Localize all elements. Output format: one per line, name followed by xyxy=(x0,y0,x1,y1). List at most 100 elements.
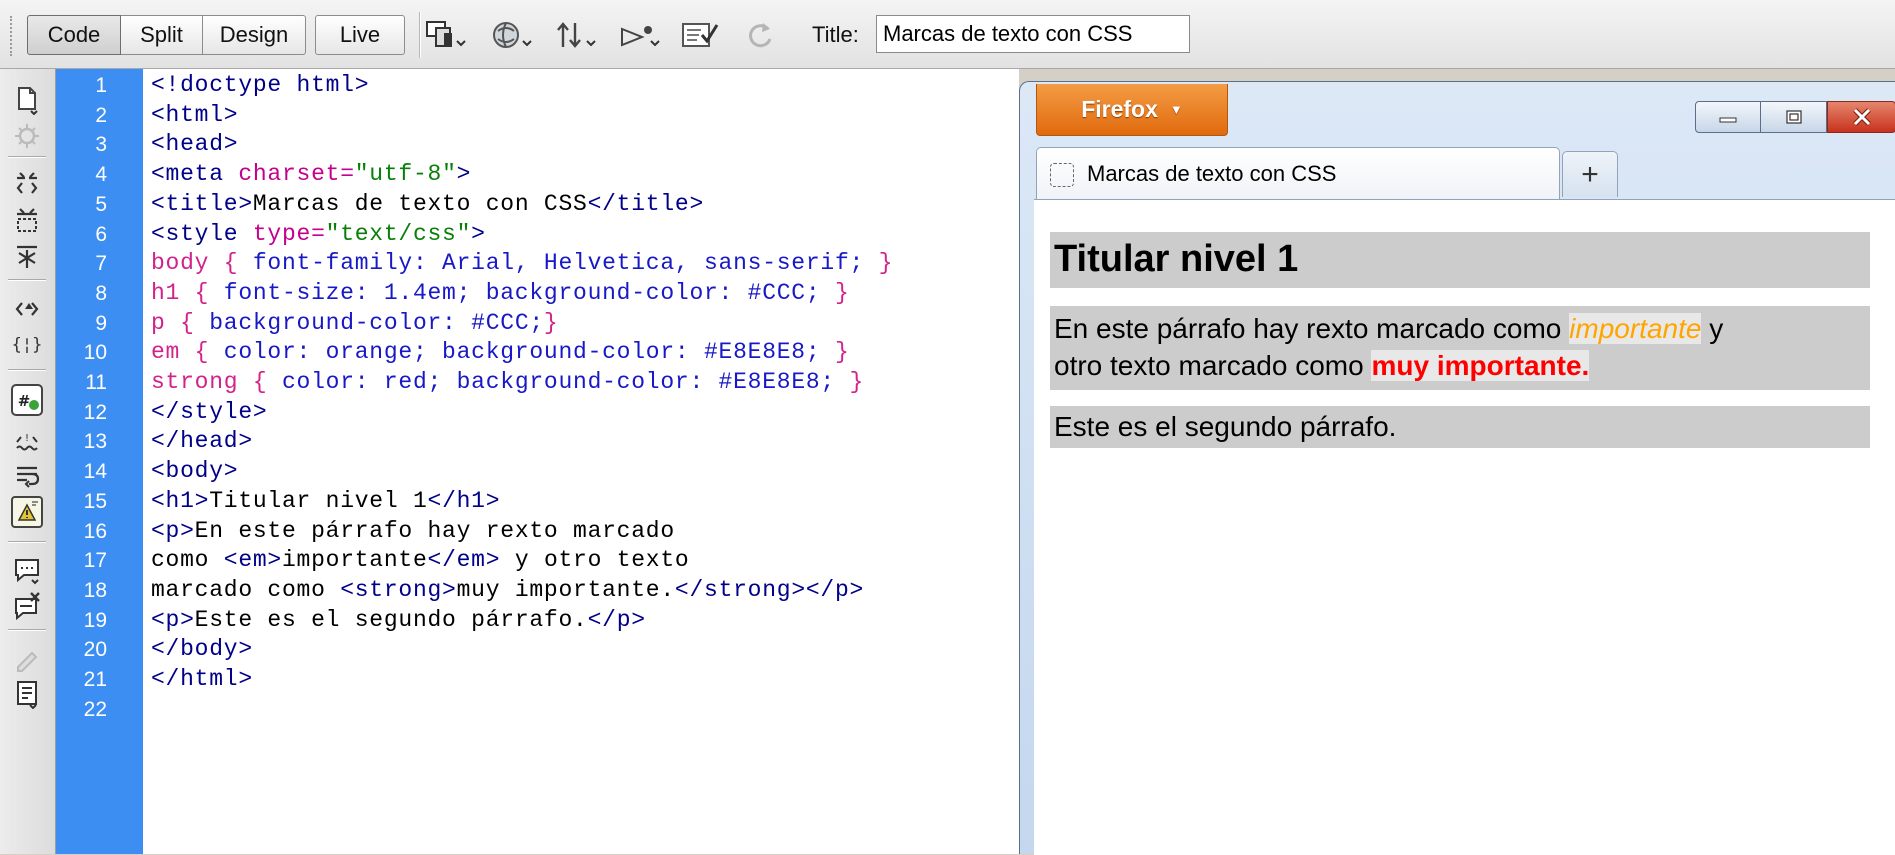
line-numbers-icon[interactable]: # xyxy=(8,384,46,416)
code-line[interactable]: <title>Marcas de texto con CSS</title> xyxy=(151,191,704,217)
rail-separator xyxy=(8,541,46,543)
remove-comment-icon[interactable] xyxy=(8,591,46,621)
code-token: marcado como xyxy=(151,576,341,603)
preview-globe-icon[interactable] xyxy=(490,19,534,51)
browser-tab[interactable]: Marcas de texto con CSS xyxy=(1036,147,1560,199)
minimize-button[interactable] xyxy=(1695,101,1761,133)
line-number: 4 xyxy=(95,163,107,187)
line-number: 3 xyxy=(95,133,107,157)
firefox-menu-button[interactable]: Firefox ▼ xyxy=(1036,84,1228,136)
code-line[interactable]: </style> xyxy=(151,399,267,425)
select-parent-tag-icon[interactable] xyxy=(8,294,46,324)
code-line[interactable]: </html> xyxy=(151,666,253,692)
svg-text:{¦}: {¦} xyxy=(12,335,42,355)
code-token: charset= xyxy=(238,161,355,188)
page-favicon-icon xyxy=(1050,163,1074,187)
code-line[interactable]: <!doctype html> xyxy=(151,72,369,98)
code-line[interactable]: <meta charset="utf-8"> xyxy=(151,161,471,187)
minimize-icon xyxy=(1719,117,1737,123)
line-number: 17 xyxy=(83,549,107,573)
code-token: </em> xyxy=(427,547,501,574)
code-line[interactable]: body { font-family: Arial, Helvetica, sa… xyxy=(151,250,893,276)
live-view-button[interactable]: Live xyxy=(315,15,405,55)
open-documents-icon[interactable] xyxy=(8,85,46,115)
code-token: h1 { xyxy=(151,279,224,306)
code-token: body { xyxy=(151,250,253,277)
line-number-gutter: 1 2 3 4 5 6 7 8 9 10 11 12 13 14 15 16 17 18 19 20 21 22 xyxy=(56,69,143,854)
new-tab-button[interactable]: + xyxy=(1562,151,1618,197)
line-number: 8 xyxy=(95,281,107,305)
line-number: 18 xyxy=(83,578,107,602)
code-token: <meta xyxy=(151,161,239,188)
page-heading: Titular nivel 1 xyxy=(1050,232,1870,288)
page-content: Titular nivel 1 En este párrafo hay rext… xyxy=(1034,199,1895,855)
code-token: como xyxy=(151,547,224,574)
validate-icon[interactable] xyxy=(680,19,724,51)
code-token: Marcas de texto con CSS xyxy=(252,190,588,217)
code-token: </strong></p> xyxy=(674,576,865,603)
visual-aids-icon[interactable] xyxy=(618,19,662,51)
toolbar-separator xyxy=(419,12,421,58)
code-token: } xyxy=(543,309,559,336)
code-line[interactable]: strong { color: red; background-color: #… xyxy=(151,369,864,395)
strong-text: muy importante. xyxy=(1371,350,1590,381)
highlight-invalid-code-icon[interactable]: ! xyxy=(8,427,46,457)
code-token: "text/css" xyxy=(325,220,472,247)
coding-toolbar: {¦} # ! xyxy=(0,69,56,854)
code-token: <h1> xyxy=(151,487,210,514)
line-number: 20 xyxy=(83,638,107,662)
code-line[interactable]: em { color: orange; background-color: #E… xyxy=(151,339,850,365)
line-number: 7 xyxy=(95,252,107,276)
code-line[interactable]: </body> xyxy=(151,636,253,662)
code-token: background-color: #CCC; xyxy=(209,309,544,336)
balance-braces-icon[interactable]: {¦} xyxy=(8,329,46,359)
code-token: > xyxy=(456,161,472,188)
wrap-tag-icon[interactable] xyxy=(8,645,46,675)
code-line[interactable]: marcado como <strong>muy importante.</st… xyxy=(151,577,864,603)
code-line[interactable]: <head> xyxy=(151,131,238,157)
maximize-button[interactable] xyxy=(1761,101,1827,133)
code-token: </p> xyxy=(587,606,646,633)
code-token: <style xyxy=(151,220,253,247)
code-token: "utf-8" xyxy=(354,161,457,188)
document-title-input[interactable] xyxy=(876,15,1190,53)
code-token: </body> xyxy=(151,636,253,663)
code-view-button[interactable]: Code xyxy=(27,15,121,55)
code-line[interactable]: <p>Este es el segundo párrafo.</p> xyxy=(151,607,646,633)
code-editor[interactable]: <!doctype html> <html> <head> <meta charset… xyxy=(143,69,1019,854)
code-line[interactable]: como <em>importante</em> y otro texto xyxy=(151,547,689,573)
expand-all-icon[interactable] xyxy=(8,241,46,271)
show-code-navigator-icon[interactable] xyxy=(8,121,46,151)
code-token: </h1> xyxy=(427,487,501,514)
rail-separator xyxy=(8,156,46,158)
code-token: em { xyxy=(151,339,224,366)
recent-snippets-icon[interactable] xyxy=(8,679,46,709)
code-line[interactable]: <html> xyxy=(151,102,238,128)
refresh-icon[interactable] xyxy=(740,19,784,51)
code-token: } xyxy=(834,369,865,395)
line-number: 21 xyxy=(83,668,107,691)
word-wrap-icon[interactable] xyxy=(8,461,46,491)
collapse-selection-icon[interactable] xyxy=(8,205,46,235)
code-line[interactable]: <h1>Titular nivel 1</h1> xyxy=(151,488,500,514)
paragraph-text: En este párrafo hay rexto marcado como xyxy=(1054,313,1570,344)
code-token: <html> xyxy=(151,101,239,128)
code-token: <em> xyxy=(223,547,282,574)
code-line[interactable]: <p>En este párrafo hay rexto marcado xyxy=(151,518,675,544)
code-line[interactable]: </head> xyxy=(151,428,253,454)
syntax-error-alerts-icon[interactable] xyxy=(8,496,46,528)
toolbar-grip[interactable] xyxy=(10,16,18,56)
design-view-button[interactable]: Design xyxy=(203,15,306,55)
code-token: <p> xyxy=(151,517,195,544)
multiscreen-icon[interactable] xyxy=(424,19,468,51)
code-line[interactable]: p { background-color: #CCC;} xyxy=(151,310,558,336)
collapse-full-tag-icon[interactable] xyxy=(8,169,46,199)
split-view-button[interactable]: Split xyxy=(121,15,203,55)
code-token: <title> xyxy=(151,190,253,217)
file-transfer-icon[interactable] xyxy=(554,19,598,51)
apply-comment-icon[interactable] xyxy=(8,555,46,585)
code-line[interactable]: h1 { font-size: 1.4em; background-color:… xyxy=(151,280,850,306)
close-button[interactable] xyxy=(1827,101,1895,133)
code-line[interactable]: <style type="text/css"> xyxy=(151,221,486,247)
code-line[interactable]: <body> xyxy=(151,458,238,484)
